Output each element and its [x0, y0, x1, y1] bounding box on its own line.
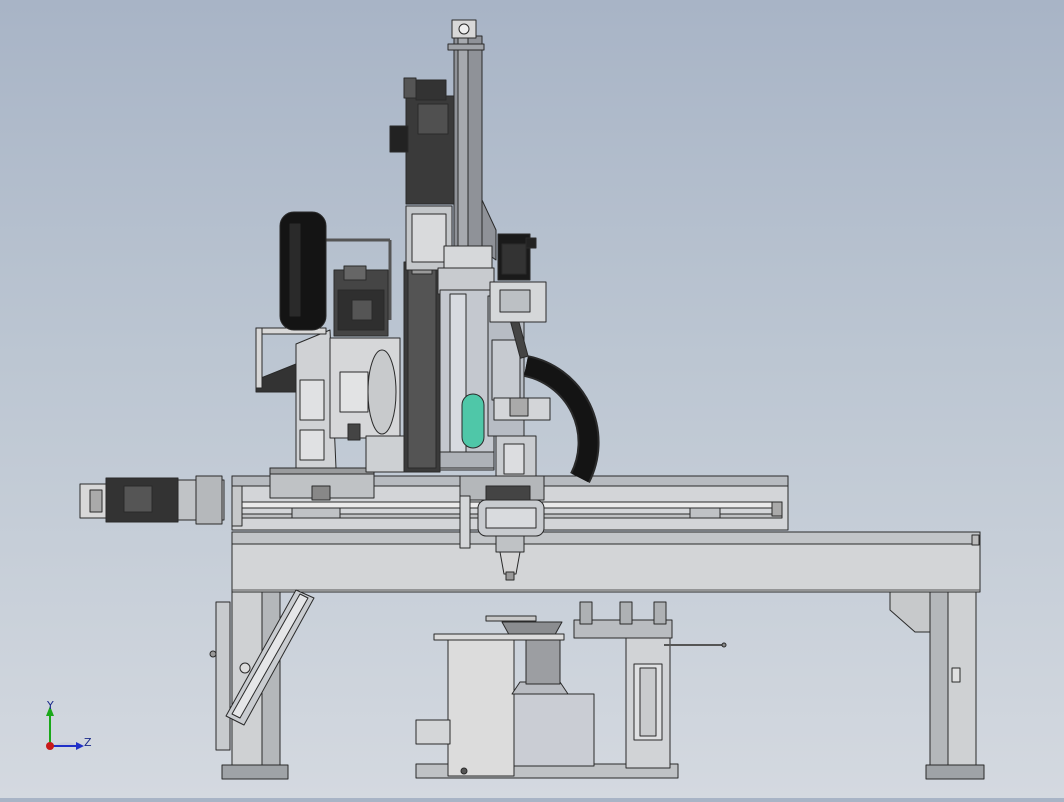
triad-y-label: Y [46, 699, 54, 712]
feeder-unit [415, 601, 727, 779]
servo-motor [389, 77, 455, 205]
triad-z-label: Z [84, 736, 92, 749]
coordinate-triad: Y Z [46, 699, 92, 750]
camera-assembly [489, 233, 547, 323]
machine-drawing: Y Z [46, 19, 985, 780]
x-axis-motor [79, 475, 225, 525]
left-carriage [255, 211, 407, 501]
table-frame [209, 531, 985, 780]
cad-viewport[interactable]: Y Z [0, 0, 1064, 798]
